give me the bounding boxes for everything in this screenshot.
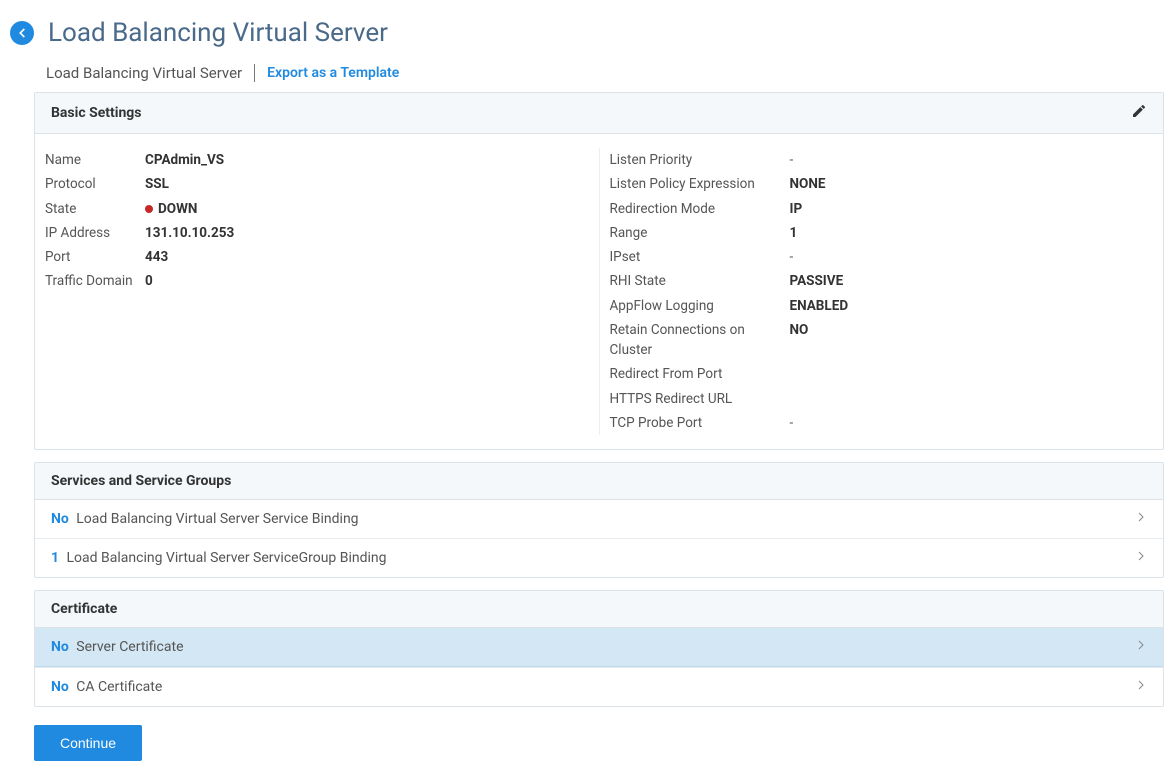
- kv-label: Range: [610, 223, 790, 243]
- kv-label: Protocol: [45, 174, 145, 194]
- kv-row: TCP Probe Port-: [610, 411, 1154, 435]
- certificate-title: Certificate: [51, 601, 117, 617]
- kv-value: -: [790, 413, 794, 433]
- kv-value: CPAdmin_VS: [145, 150, 224, 170]
- kv-label: Redirection Mode: [610, 199, 790, 219]
- breadcrumb: Load Balancing Virtual Server Export as …: [34, 64, 1164, 82]
- list-row-text: Load Balancing Virtual Server Service Bi…: [73, 511, 359, 527]
- certificate-header: Certificate: [35, 591, 1163, 628]
- kv-row: IP Address131.10.10.253: [45, 221, 589, 245]
- list-row-count: No: [51, 679, 69, 695]
- list-row-label: No Load Balancing Virtual Server Service…: [51, 511, 359, 527]
- chevron-right-icon: [1135, 549, 1147, 567]
- basic-settings-panel: Basic Settings NameCPAdmin_VSProtocolSSL…: [34, 92, 1164, 450]
- continue-button[interactable]: Continue: [34, 725, 142, 761]
- kv-value: -: [790, 247, 794, 267]
- kv-label: IP Address: [45, 223, 145, 243]
- kv-row: Retain Connections on ClusterNO: [610, 318, 1154, 363]
- kv-value: 443: [145, 247, 168, 267]
- arrow-left-icon: [15, 26, 29, 40]
- kv-row: ProtocolSSL: [45, 172, 589, 196]
- kv-label: Traffic Domain: [45, 271, 145, 291]
- pencil-icon: [1131, 103, 1147, 119]
- back-button[interactable]: [10, 21, 34, 45]
- kv-value: NONE: [790, 174, 826, 194]
- kv-row: AppFlow LoggingENABLED: [610, 294, 1154, 318]
- kv-row: StateDOWN: [45, 197, 589, 221]
- kv-row: Listen Priority-: [610, 148, 1154, 172]
- basic-settings-body: NameCPAdmin_VSProtocolSSLStateDOWNIP Add…: [35, 134, 1163, 449]
- chevron-right-icon: [1135, 638, 1147, 656]
- kv-value: SSL: [145, 174, 169, 194]
- kv-value: ENABLED: [790, 296, 849, 316]
- basic-settings-header: Basic Settings: [35, 93, 1163, 134]
- kv-value: -: [790, 150, 794, 170]
- kv-value: NO: [790, 320, 809, 361]
- kv-value: 0: [145, 271, 153, 291]
- chevron-right-icon: [1135, 678, 1147, 696]
- list-row-count: 1: [51, 550, 59, 566]
- list-row-text: CA Certificate: [73, 679, 163, 695]
- certificate-panel: Certificate No Server CertificateNo CA C…: [34, 590, 1164, 707]
- services-header: Services and Service Groups: [35, 463, 1163, 500]
- kv-row: NameCPAdmin_VS: [45, 148, 589, 172]
- services-row[interactable]: 1 Load Balancing Virtual Server ServiceG…: [35, 538, 1163, 577]
- kv-label: IPset: [610, 247, 790, 267]
- kv-label: Listen Priority: [610, 150, 790, 170]
- list-row-label: 1 Load Balancing Virtual Server ServiceG…: [51, 550, 387, 566]
- kv-label: HTTPS Redirect URL: [610, 389, 790, 409]
- divider: [254, 64, 255, 82]
- status-down-icon: [145, 205, 153, 213]
- kv-label: Port: [45, 247, 145, 267]
- breadcrumb-text: Load Balancing Virtual Server: [46, 64, 242, 82]
- kv-value: 1: [790, 223, 798, 243]
- list-row-count: No: [51, 511, 69, 527]
- kv-row: RHI StatePASSIVE: [610, 269, 1154, 293]
- basic-settings-title: Basic Settings: [51, 105, 142, 121]
- kv-label: TCP Probe Port: [610, 413, 790, 433]
- page-title: Load Balancing Virtual Server: [48, 18, 388, 48]
- services-title: Services and Service Groups: [51, 473, 231, 489]
- export-template-link[interactable]: Export as a Template: [267, 65, 399, 81]
- kv-row: Range1: [610, 221, 1154, 245]
- kv-label: RHI State: [610, 271, 790, 291]
- list-row-label: No Server Certificate: [51, 639, 184, 655]
- services-row[interactable]: No Load Balancing Virtual Server Service…: [35, 500, 1163, 538]
- kv-row: HTTPS Redirect URL: [610, 387, 1154, 411]
- list-row-text: Server Certificate: [73, 639, 184, 655]
- list-row-label: No CA Certificate: [51, 679, 162, 695]
- certificate-row[interactable]: No Server Certificate: [35, 628, 1163, 667]
- kv-row: Redirection ModeIP: [610, 197, 1154, 221]
- kv-value: PASSIVE: [790, 271, 844, 291]
- kv-label: Retain Connections on Cluster: [610, 320, 790, 361]
- kv-label: State: [45, 199, 145, 219]
- chevron-right-icon: [1135, 510, 1147, 528]
- kv-label: Name: [45, 150, 145, 170]
- kv-row: Port443: [45, 245, 589, 269]
- list-row-count: No: [51, 639, 69, 655]
- kv-label: Listen Policy Expression: [610, 174, 790, 194]
- kv-label: AppFlow Logging: [610, 296, 790, 316]
- kv-row: Listen Policy ExpressionNONE: [610, 172, 1154, 196]
- list-row-text: Load Balancing Virtual Server ServiceGro…: [63, 550, 386, 566]
- kv-value: DOWN: [145, 199, 197, 219]
- kv-value: 131.10.10.253: [145, 223, 234, 243]
- kv-label: Redirect From Port: [610, 364, 790, 384]
- kv-row: Redirect From Port: [610, 362, 1154, 386]
- services-panel: Services and Service Groups No Load Bala…: [34, 462, 1164, 578]
- edit-button[interactable]: [1131, 103, 1147, 123]
- kv-row: Traffic Domain0: [45, 269, 589, 293]
- certificate-row[interactable]: No CA Certificate: [35, 667, 1163, 706]
- kv-row: IPset-: [610, 245, 1154, 269]
- kv-value: IP: [790, 199, 803, 219]
